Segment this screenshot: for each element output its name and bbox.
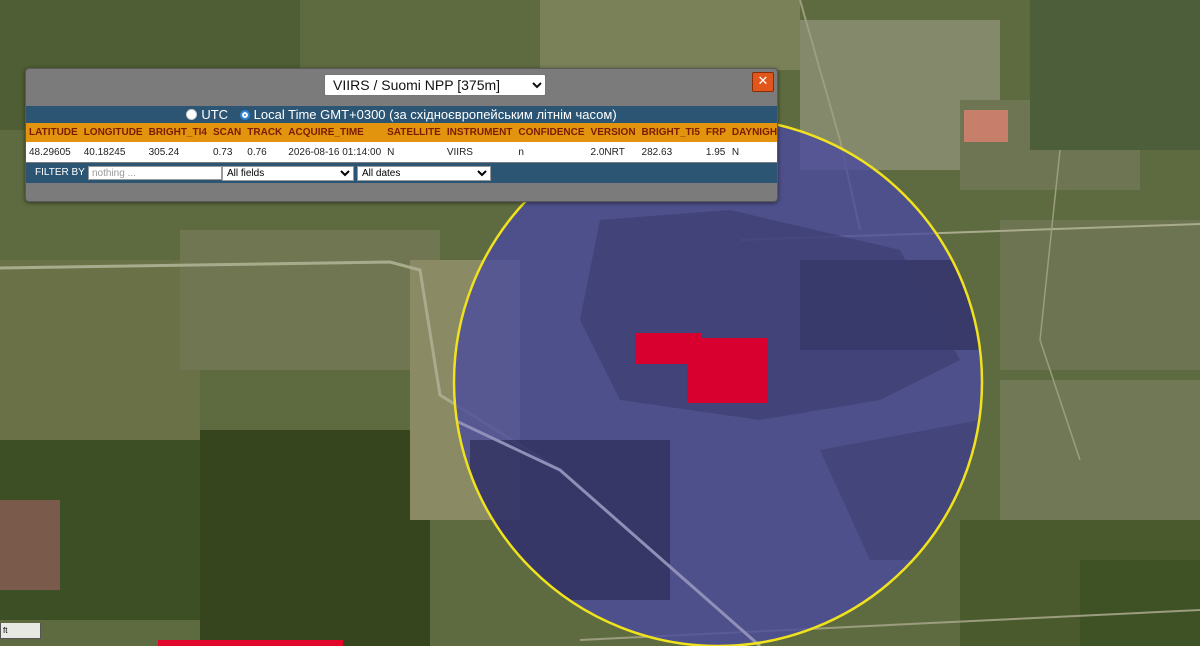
map-scale: ft: [0, 623, 41, 639]
utc-label: UTC: [201, 107, 229, 122]
cell-longitude: 40.18245: [80, 142, 146, 162]
col-version: VERSION: [587, 123, 639, 142]
sensor-select[interactable]: VIIRS / Suomi NPP [375m]: [324, 74, 546, 96]
time-zone-toggle: UTC Local Time GMT+0300 (за східноєвропе…: [26, 106, 777, 123]
filter-field-select[interactable]: All fields: [222, 166, 354, 181]
close-button[interactable]: ✕: [752, 72, 774, 92]
cell-daynight: N: [728, 142, 777, 162]
col-acquire-time: ACQUIRE_TIME: [285, 123, 385, 142]
filter-date-select[interactable]: All dates: [357, 166, 491, 181]
cell-bright-ti4: 305.24: [145, 142, 210, 162]
col-daynight: DAYNIGHT: [728, 123, 777, 142]
cell-scan: 0.73: [209, 142, 245, 162]
cell-instrument: VIIRS: [443, 142, 516, 162]
table-header-row: LATITUDE LONGITUDE BRIGHT_TI4 SCAN TRACK…: [26, 123, 777, 142]
cell-acquire-time: 2026-08-16 01:14:00: [285, 142, 385, 162]
cell-confidence: n: [515, 142, 588, 162]
col-longitude: LONGITUDE: [80, 123, 146, 142]
col-bright-ti4: BRIGHT_TI4: [145, 123, 210, 142]
filter-input[interactable]: [88, 166, 222, 180]
col-frp: FRP: [702, 123, 729, 142]
cell-track: 0.76: [244, 142, 286, 162]
fire-info-popup: VIIRS / Suomi NPP [375m] ✕ UTC Local Tim…: [25, 68, 778, 202]
local-time-label: Local Time GMT+0300 (за східноєвропейськ…: [253, 107, 617, 122]
col-latitude: LATITUDE: [26, 123, 81, 142]
col-track: TRACK: [244, 123, 286, 142]
cell-frp: 1.95: [702, 142, 729, 162]
local-time-radio[interactable]: [239, 110, 250, 120]
utc-radio[interactable]: [186, 109, 198, 120]
filter-bar: FILTER BY All fields All dates: [26, 163, 777, 183]
cell-bright-ti5: 282.63: [638, 142, 703, 162]
col-instrument: INSTRUMENT: [443, 123, 516, 142]
cell-latitude: 48.29605: [26, 142, 81, 162]
table-row: 48.29605 40.18245 305.24 0.73 0.76 2026-…: [26, 142, 777, 162]
fire-data-table: LATITUDE LONGITUDE BRIGHT_TI4 SCAN TRACK…: [26, 123, 777, 162]
cell-version: 2.0NRT: [587, 142, 639, 162]
col-confidence: CONFIDENCE: [515, 123, 588, 142]
filter-label: FILTER BY: [35, 167, 85, 178]
col-satellite: SATELLITE: [384, 123, 444, 142]
cell-satellite: N: [384, 142, 444, 162]
col-bright-ti5: BRIGHT_TI5: [638, 123, 703, 142]
col-scan: SCAN: [209, 123, 245, 142]
